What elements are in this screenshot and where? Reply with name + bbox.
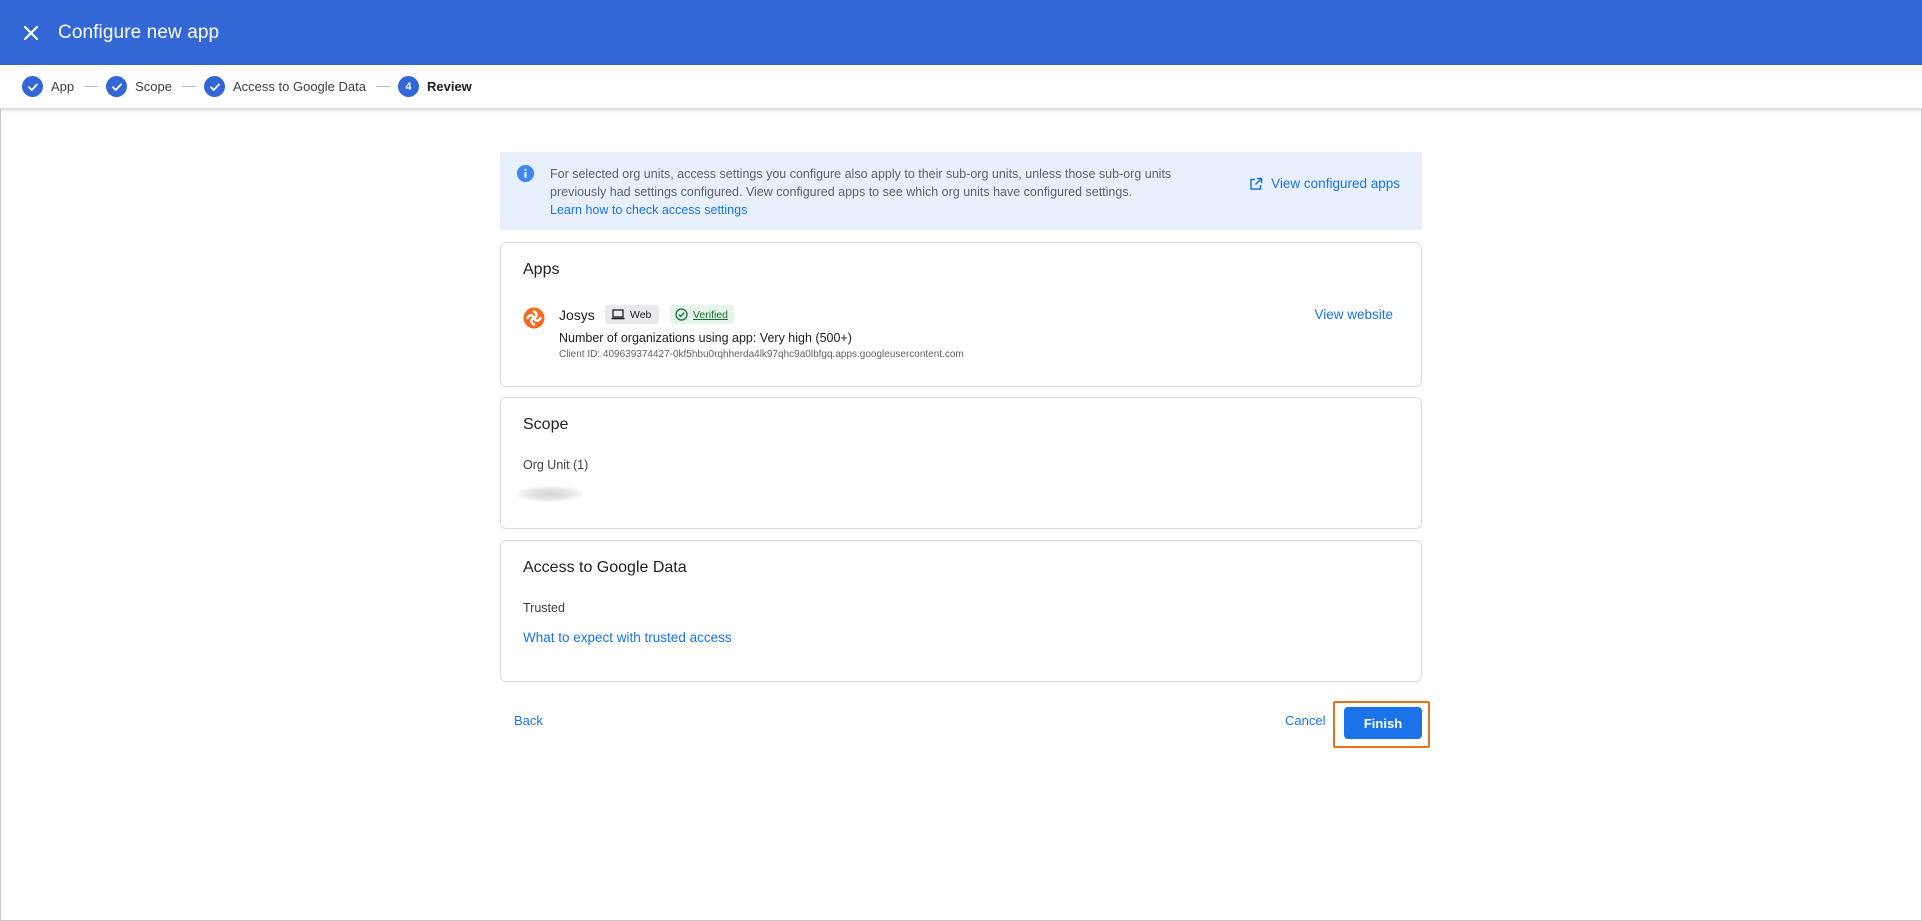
check-icon bbox=[111, 83, 122, 91]
apps-card-title: Apps bbox=[523, 261, 560, 278]
step-divider bbox=[375, 86, 390, 87]
platform-chip-label: Web bbox=[630, 308, 652, 321]
scope-card: Scope Org Unit (1) bbox=[500, 397, 1422, 529]
step-label: Review bbox=[426, 79, 472, 94]
info-message: For selected org units, access settings … bbox=[550, 165, 1210, 219]
apps-card: Apps Josys Web Verified Number of organi… bbox=[500, 242, 1422, 387]
check-icon bbox=[27, 83, 38, 91]
info-banner: For selected org units, access settings … bbox=[500, 152, 1422, 230]
info-message-text: For selected org units, access settings … bbox=[550, 167, 1172, 199]
step-label: Access to Google Data bbox=[233, 79, 366, 94]
step-complete-badge bbox=[204, 76, 226, 97]
finish-button[interactable]: Finish bbox=[1344, 707, 1422, 739]
access-card-title: Access to Google Data bbox=[523, 559, 687, 576]
top-app-bar: Configure new app bbox=[0, 0, 1922, 65]
close-button[interactable] bbox=[16, 18, 46, 48]
orgs-using-app: Number of organizations using app: Very … bbox=[559, 331, 852, 345]
org-unit-count: Org Unit (1) bbox=[523, 458, 589, 472]
step-access-to-google-data[interactable]: Access to Google Data bbox=[204, 76, 366, 97]
laptop-icon bbox=[611, 309, 625, 320]
step-label: App bbox=[51, 79, 75, 94]
page-title: Configure new app bbox=[58, 21, 220, 43]
access-status: Trusted bbox=[523, 601, 565, 615]
scope-card-title: Scope bbox=[523, 416, 569, 433]
close-icon bbox=[23, 25, 39, 40]
step-number-badge: 4 bbox=[397, 76, 419, 97]
back-button[interactable]: Back bbox=[514, 713, 543, 728]
josys-logo bbox=[523, 307, 545, 329]
client-id: Client ID: 409639374427-0kf5hbu0rqhherda… bbox=[559, 349, 964, 360]
step-divider bbox=[182, 86, 197, 87]
app-name: Josys bbox=[559, 307, 595, 323]
trusted-access-link[interactable]: What to expect with trusted access bbox=[523, 630, 732, 645]
view-website-link[interactable]: View website bbox=[1314, 307, 1393, 322]
verified-chip-label: Verified bbox=[693, 308, 729, 321]
step-divider bbox=[84, 86, 99, 87]
verified-chip[interactable]: Verified bbox=[670, 305, 735, 324]
check-icon bbox=[209, 83, 220, 91]
step-complete-badge bbox=[106, 76, 128, 97]
access-to-google-data-card: Access to Google Data Trusted What to ex… bbox=[500, 540, 1422, 682]
info-icon bbox=[516, 164, 535, 183]
step-review[interactable]: 4 Review bbox=[397, 76, 472, 97]
platform-chip: Web bbox=[605, 305, 660, 324]
step-complete-badge bbox=[22, 76, 43, 97]
step-scope[interactable]: Scope bbox=[106, 76, 172, 97]
view-configured-apps-label: View configured apps bbox=[1271, 176, 1400, 191]
step-label: Scope bbox=[135, 79, 173, 94]
step-app[interactable]: App bbox=[22, 76, 74, 97]
cancel-button[interactable]: Cancel bbox=[1285, 713, 1325, 728]
blurred-org-unit-name bbox=[517, 486, 583, 502]
view-configured-apps-button[interactable]: View configured apps bbox=[1249, 176, 1400, 191]
verified-check-icon bbox=[675, 308, 688, 321]
open-in-new-icon bbox=[1250, 177, 1263, 190]
learn-access-settings-link[interactable]: Learn how to check access settings bbox=[550, 201, 747, 219]
stepper: App Scope Access to Google Data 4 Review bbox=[0, 65, 1922, 109]
